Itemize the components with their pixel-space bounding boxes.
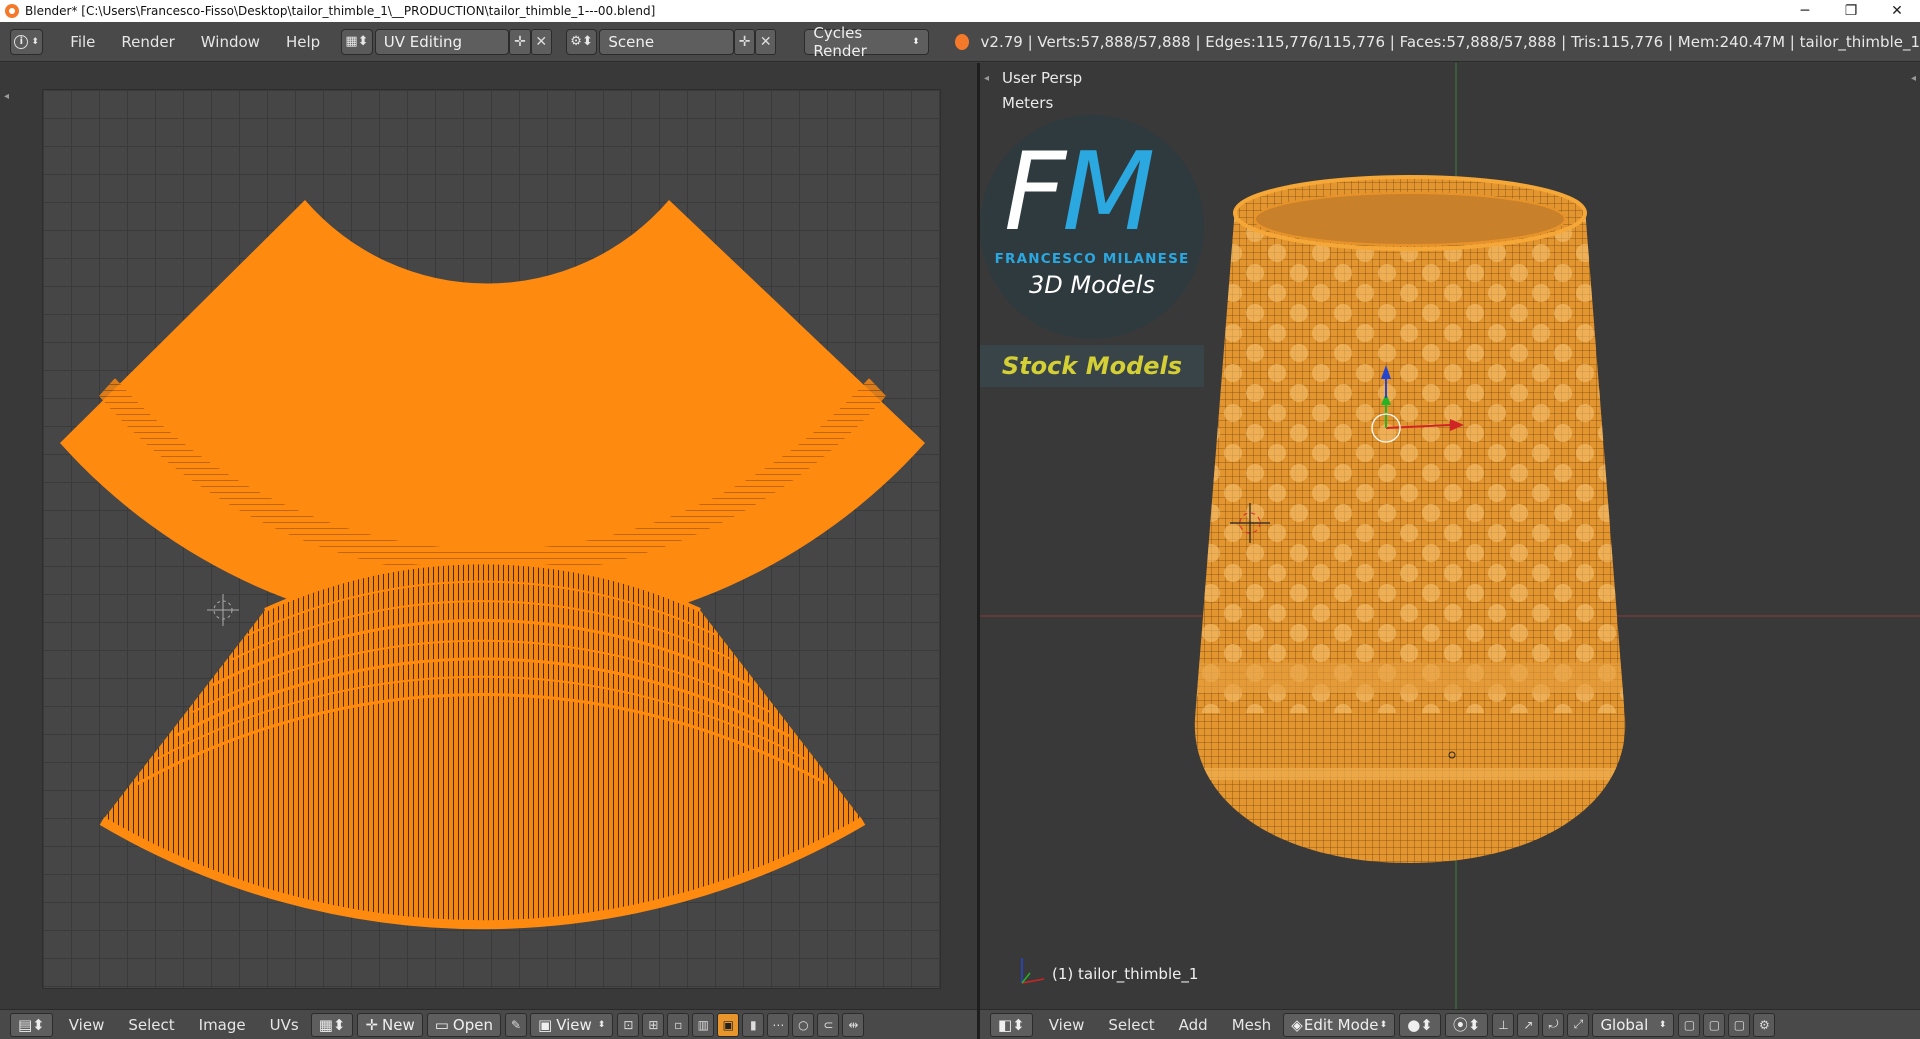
restore-button[interactable]: ❐ xyxy=(1828,0,1874,22)
logo-subtitle: 3D Models xyxy=(1029,271,1155,299)
uv-image-editor[interactable]: ◂ xyxy=(0,63,977,1009)
uv-menu-select[interactable]: Select xyxy=(116,1016,186,1034)
thimble-mesh[interactable] xyxy=(1180,153,1640,873)
scene-icon[interactable]: ⚙⬍ xyxy=(565,28,598,55)
manipulator-toggle-icon[interactable]: ⊥ xyxy=(1492,1012,1515,1037)
edge-select-icon[interactable]: ▥ xyxy=(692,1012,715,1037)
vp-menu-select[interactable]: Select xyxy=(1096,1016,1166,1034)
chevron-updown-icon: ⬍ xyxy=(912,36,920,47)
remove-layout-icon[interactable]: ✕ xyxy=(530,28,552,55)
minimize-button[interactable]: ─ xyxy=(1782,0,1828,22)
open-image-button[interactable]: ▭ Open xyxy=(426,1012,501,1037)
blender-icon xyxy=(954,33,969,50)
new-label: New xyxy=(382,1015,415,1034)
plus-icon: ✛ xyxy=(365,1015,379,1034)
image-browse-icon[interactable]: ▦⬍ xyxy=(310,1012,354,1037)
sync-select-icon[interactable]: ⊞ xyxy=(642,1012,665,1037)
new-image-button[interactable]: ✛ New xyxy=(357,1012,423,1037)
uv-editor-header: ▤⬍ View Select Image UVs ▦⬍ ✛ New ▭ Open ✎… xyxy=(0,1009,977,1039)
sticky-select-icon[interactable]: ⋯ xyxy=(767,1012,790,1037)
view-mode-icon: ▣ xyxy=(538,1015,553,1034)
info-header: i ⬍ File Render Window Help ▦⬍ UV Editing… xyxy=(0,22,1920,62)
remove-scene-icon[interactable]: ✕ xyxy=(755,28,777,55)
layer-button-icon[interactable]: ▢ xyxy=(1678,1012,1701,1037)
blender-logo-icon xyxy=(5,4,19,18)
info-icon: i xyxy=(14,34,29,49)
logo-name: FRANCESCO MILANESE xyxy=(994,251,1190,267)
view-mode-label: View xyxy=(556,1015,592,1034)
scene-stats: v2.79 | Verts:57,888/57,888 | Edges:115,… xyxy=(980,32,1920,51)
open-label: Open xyxy=(452,1015,493,1034)
vp-menu-mesh[interactable]: Mesh xyxy=(1220,1016,1284,1034)
window-titlebar: Blender* [C:\Users\Francesco-Fisso\Deskt… xyxy=(0,0,1920,22)
pivot-icon[interactable]: ⊡ xyxy=(617,1012,640,1037)
updown-arrows-icon: ⬍ xyxy=(31,36,39,47)
3d-viewport-header: ◧⬍ View Select Add Mesh ◈ Edit Mode ⬍ ●⬍ ⦿… xyxy=(980,1009,1920,1039)
view-mode-dropdown[interactable]: ▣ View ⬍ xyxy=(530,1012,614,1037)
render-engine-dropdown[interactable]: Cycles Render ⬍ xyxy=(804,24,929,60)
menu-render[interactable]: Render xyxy=(108,33,187,51)
render-layer-icon[interactable]: ⚙ xyxy=(1753,1012,1776,1037)
chevron-updown-icon: ⬍ xyxy=(1379,1019,1388,1030)
layer-button-icon-3[interactable]: ▢ xyxy=(1728,1012,1751,1037)
thimble-inner xyxy=(1254,192,1566,246)
uv-grid-canvas[interactable] xyxy=(42,89,941,989)
menu-file[interactable]: File xyxy=(57,33,108,51)
render-engine-label: Cycles Render xyxy=(813,23,867,60)
logo-stock-badge: Stock Models xyxy=(980,345,1204,387)
active-object-label: (1) tailor_thimble_1 xyxy=(1052,965,1199,983)
scale-manipulator-icon[interactable]: ⤢ xyxy=(1567,1012,1590,1037)
edit-mode-icon: ◈ xyxy=(1291,1015,1303,1034)
chevron-updown-icon: ⬍ xyxy=(1658,1019,1667,1030)
screen-layout-icon[interactable]: ▦⬍ xyxy=(341,28,373,55)
menu-window[interactable]: Window xyxy=(188,33,273,51)
folder-icon: ▭ xyxy=(434,1015,449,1034)
viewport-shading-dropdown[interactable]: ●⬍ xyxy=(1399,1012,1441,1037)
vp-menu-view[interactable]: View xyxy=(1037,1016,1097,1034)
screen-layout-field[interactable]: UV Editing xyxy=(374,28,510,55)
close-window-button[interactable]: ✕ xyxy=(1874,0,1920,22)
translate-manipulator-icon[interactable]: ↗ xyxy=(1517,1012,1540,1037)
snap-icon[interactable]: ⊂ xyxy=(817,1012,840,1037)
viewport-editor-type-icon[interactable]: ◧⬍ xyxy=(990,1012,1033,1037)
3d-viewport[interactable]: ◂ ◂ User Persp Meters FM FRANCESCO MILAN… xyxy=(980,63,1920,1009)
mini-axis-icon xyxy=(1021,958,1045,984)
interaction-mode-label: Edit Mode xyxy=(1303,1015,1379,1034)
uv-islands xyxy=(60,200,925,930)
snap-target-icon[interactable]: ⇹ xyxy=(842,1012,865,1037)
toolbar-toggle-icon[interactable]: ◂ xyxy=(4,91,9,102)
scene-field[interactable]: Scene xyxy=(599,28,735,55)
editor-type-button[interactable]: i ⬍ xyxy=(10,28,44,55)
face-select-icon[interactable]: ▣ xyxy=(717,1012,740,1037)
uv-menu-image[interactable]: Image xyxy=(187,1016,258,1034)
island-select-icon[interactable]: ▮ xyxy=(742,1012,765,1037)
pin-icon[interactable]: ✎ xyxy=(505,1012,527,1037)
proportional-edit-icon[interactable]: ○ xyxy=(792,1012,815,1037)
uv-2d-cursor[interactable] xyxy=(207,594,239,626)
interaction-mode-dropdown[interactable]: ◈ Edit Mode ⬍ xyxy=(1283,1012,1396,1037)
add-layout-icon[interactable]: ✛ xyxy=(509,28,531,55)
chevron-updown-icon: ⬍ xyxy=(597,1019,606,1030)
fm-watermark-logo: FM FRANCESCO MILANESE 3D Models Stock Mo… xyxy=(980,115,1220,405)
vertex-select-icon[interactable]: ▫ xyxy=(667,1012,690,1037)
logo-fm: FM xyxy=(1004,130,1155,255)
uv-menu-uvs[interactable]: UVs xyxy=(258,1016,311,1034)
uv-menu-view[interactable]: View xyxy=(57,1016,117,1034)
transform-orientation-dropdown[interactable]: Global ⬍ xyxy=(1592,1012,1675,1037)
pivot-point-dropdown[interactable]: ⦿⬍ xyxy=(1444,1012,1489,1037)
layer-button-icon-2[interactable]: ▢ xyxy=(1703,1012,1726,1037)
window-title: Blender* [C:\Users\Francesco-Fisso\Deskt… xyxy=(25,4,656,18)
rotate-manipulator-icon[interactable]: ⤾ xyxy=(1542,1012,1565,1037)
uv-island-bottom[interactable] xyxy=(102,562,863,925)
orientation-label: Global xyxy=(1600,1015,1649,1034)
vp-menu-add[interactable]: Add xyxy=(1167,1016,1220,1034)
add-scene-icon[interactable]: ✛ xyxy=(734,28,756,55)
menu-help[interactable]: Help xyxy=(273,33,333,51)
editor-type-icon[interactable]: ▤⬍ xyxy=(10,1012,53,1037)
